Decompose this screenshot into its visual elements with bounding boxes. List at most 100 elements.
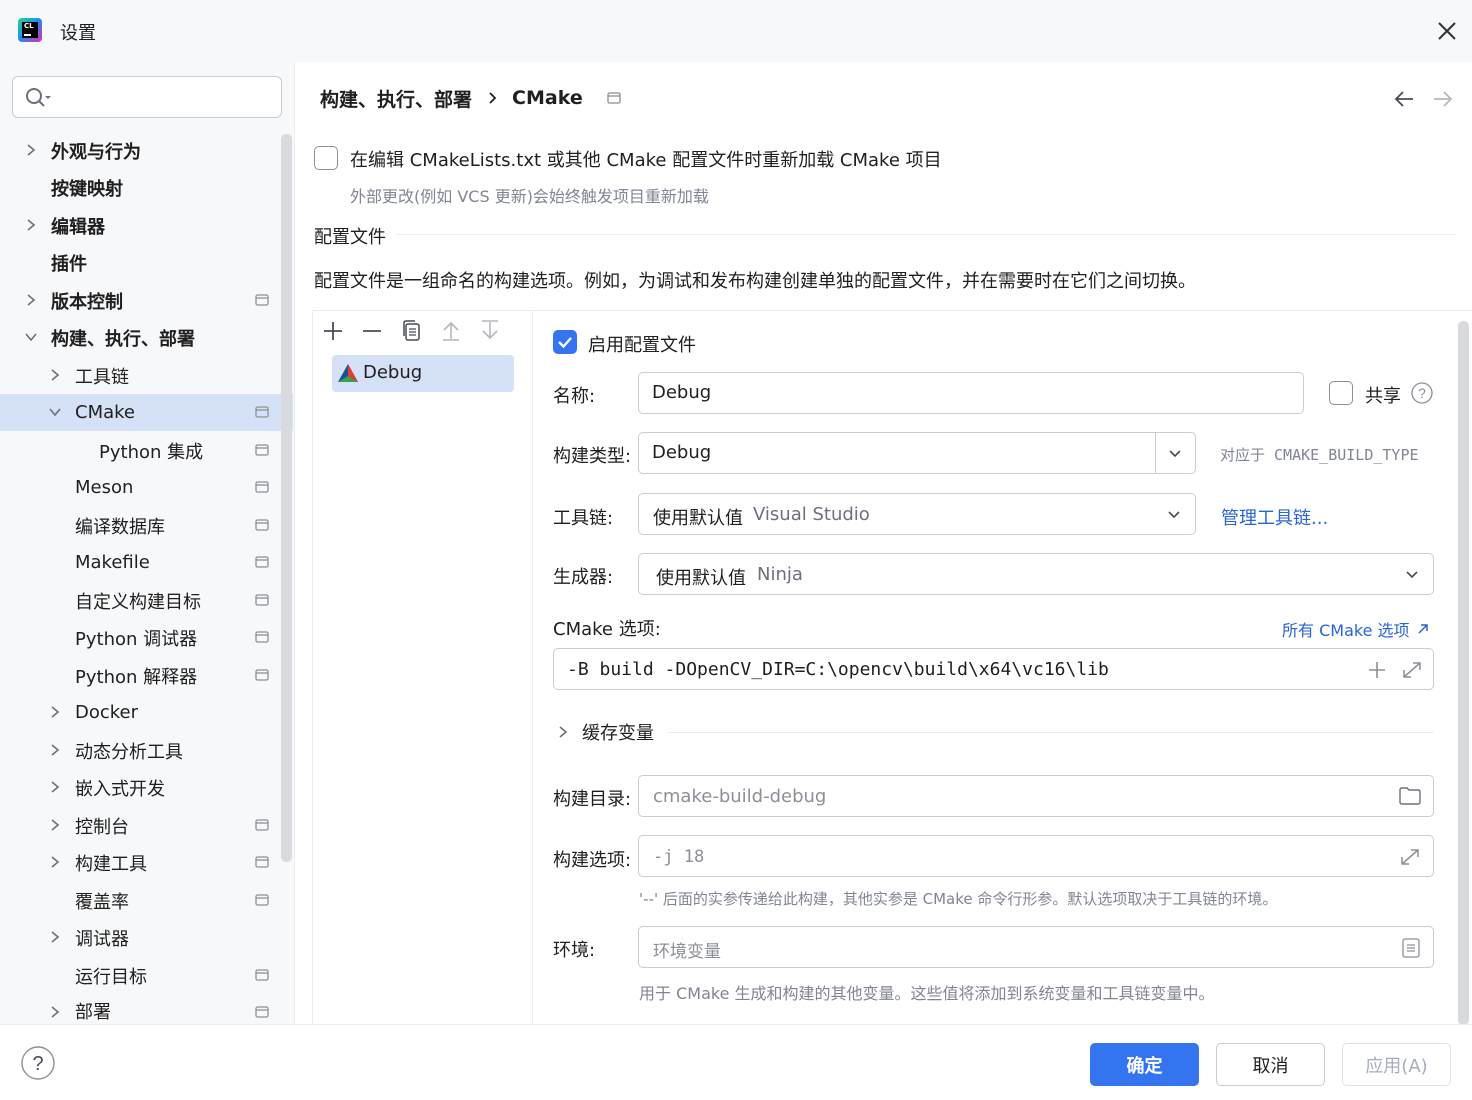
sidebar-item-label: Docker: [75, 702, 139, 723]
chevron-right-icon: [559, 726, 568, 738]
sidebar-item-label: 按键映射: [51, 178, 123, 200]
close-icon[interactable]: [1436, 20, 1458, 42]
sidebar-item-dynamic-analysis[interactable]: 动态分析工具: [0, 732, 280, 769]
sidebar-item-label: 控制台: [75, 816, 129, 838]
project-scope-icon: [255, 631, 269, 643]
sidebar-item-makefile[interactable]: Makefile: [0, 544, 280, 581]
move-down-icon[interactable]: [480, 320, 500, 342]
sidebar-item-plugins[interactable]: 插件: [0, 244, 280, 281]
sidebar-item-vcs[interactable]: 版本控制: [0, 282, 280, 319]
enable-profile-label: 启用配置文件: [588, 335, 696, 356]
all-cmake-options-label: 所有 CMake 选项: [1282, 621, 1410, 640]
name-label: 名称:: [553, 386, 596, 407]
help-icon[interactable]: ?: [21, 1046, 55, 1080]
help-icon[interactable]: ?: [1411, 382, 1433, 404]
sidebar-item-python-debugger[interactable]: Python 调试器: [0, 619, 280, 656]
remove-icon[interactable]: [362, 321, 382, 341]
project-scope-icon: [255, 594, 269, 606]
expand-icon[interactable]: [1401, 660, 1423, 680]
project-scope-icon: [607, 92, 621, 104]
generator-label: 生成器:: [553, 567, 614, 588]
sidebar-item-console[interactable]: 控制台: [0, 807, 280, 844]
add-macro-icon[interactable]: [1367, 660, 1387, 680]
project-scope-icon: [255, 519, 269, 531]
sidebar-item-cmake[interactable]: CMake: [0, 394, 293, 431]
manage-toolchains-link[interactable]: 管理工具链...: [1221, 504, 1328, 530]
all-cmake-options-link[interactable]: 所有 CMake 选项: [1282, 617, 1430, 641]
reload-on-edit-checkbox[interactable]: [314, 146, 338, 170]
build-directory-field[interactable]: cmake-build-debug: [638, 775, 1434, 817]
move-up-icon[interactable]: [441, 320, 461, 342]
sidebar-item-run-targets[interactable]: 运行目标: [0, 957, 280, 994]
profile-list-item[interactable]: Debug: [332, 355, 514, 392]
sidebar-item-label: 版本控制: [51, 291, 123, 313]
sidebar-item-python-integration[interactable]: Python 集成: [0, 432, 280, 469]
breadcrumb-parent[interactable]: 构建、执行、部署: [320, 85, 472, 112]
sidebar-item-label: 部署: [75, 1002, 111, 1023]
toolchain-detail: Visual Studio: [753, 504, 870, 525]
project-scope-icon: [255, 1006, 269, 1018]
build-options-label: 构建选项:: [553, 850, 632, 871]
profiles-panel: Debug 启用配置文件 名称: Debug 共享 ? 构建类型: Debug …: [312, 310, 1472, 1025]
project-scope-icon: [255, 669, 269, 681]
sidebar-item-keymap[interactable]: 按键映射: [0, 169, 280, 206]
sidebar-item-coverage[interactable]: 覆盖率: [0, 882, 280, 919]
sidebar-item-build-exec-deploy[interactable]: 构建、执行、部署: [0, 319, 280, 356]
section-divider: [668, 732, 1434, 733]
add-icon[interactable]: [323, 321, 343, 341]
sidebar-item-debugger[interactable]: 调试器: [0, 919, 280, 956]
combobox-divider: [1155, 433, 1156, 473]
chevron-down-icon[interactable]: [1168, 447, 1182, 461]
build-type-combobox[interactable]: Debug: [638, 432, 1196, 474]
sidebar-item-label: 工具链: [75, 366, 129, 388]
toolchain-dropdown[interactable]: 使用默认值 Visual Studio: [638, 493, 1196, 535]
sidebar-item-label: 覆盖率: [75, 891, 129, 913]
sidebar-item-label: Python 集成: [99, 441, 204, 463]
sidebar-item-custom-build-targets[interactable]: 自定义构建目标: [0, 582, 280, 619]
chevron-right-icon: [51, 856, 60, 868]
sidebar-item-deployment[interactable]: 部署: [0, 994, 280, 1024]
settings-sidebar: 外观与行为 按键映射 编辑器 插件 版本控制 构建、执行、部署 工具链 CMak…: [0, 62, 295, 1024]
back-arrow-icon[interactable]: [1393, 89, 1415, 109]
copy-icon[interactable]: [402, 320, 422, 342]
sidebar-item-toolchains[interactable]: 工具链: [0, 357, 280, 394]
sidebar-item-compilation-db[interactable]: 编译数据库: [0, 507, 280, 544]
forward-arrow-icon[interactable]: [1432, 89, 1454, 109]
environment-field[interactable]: 环境变量: [638, 926, 1434, 968]
external-link-icon: [1417, 624, 1428, 634]
cache-variables-toggle[interactable]: 缓存变量: [556, 719, 654, 745]
sidebar-item-python-interpreter[interactable]: Python 解释器: [0, 657, 280, 694]
sidebar-item-label: 外观与行为: [51, 141, 141, 163]
enable-profile-checkbox[interactable]: [553, 330, 577, 354]
name-field-value: Debug: [652, 382, 712, 403]
chevron-right-icon: [27, 219, 36, 231]
project-scope-icon: [255, 294, 269, 306]
edit-list-icon[interactable]: [1402, 938, 1420, 958]
sidebar-item-editor[interactable]: 编辑器: [0, 207, 280, 244]
generator-dropdown[interactable]: 使用默认值 Ninja: [638, 553, 1434, 595]
form-scrollbar[interactable]: [1458, 321, 1469, 1025]
sidebar-item-meson[interactable]: Meson: [0, 469, 280, 506]
breadcrumb-current: CMake: [512, 87, 583, 109]
sidebar-scrollbar[interactable]: [281, 134, 292, 862]
apply-button[interactable]: 应用(A): [1342, 1043, 1451, 1086]
share-checkbox[interactable]: [1329, 381, 1353, 405]
cmake-options-value: -B build -DOpenCV_DIR=C:\opencv\build\x6…: [567, 659, 1109, 680]
cancel-button[interactable]: 取消: [1216, 1043, 1325, 1086]
sidebar-item-label: Makefile: [75, 552, 150, 573]
app-logo-icon: CL: [18, 18, 42, 42]
sidebar-item-appearance[interactable]: 外观与行为: [0, 132, 280, 169]
profile-list-item-label: Debug: [363, 362, 423, 383]
expand-icon[interactable]: [1399, 847, 1421, 867]
search-input[interactable]: [12, 76, 282, 118]
name-field[interactable]: Debug: [638, 372, 1304, 414]
build-options-field[interactable]: -j 18: [638, 835, 1434, 877]
environment-hint: 用于 CMake 生成和构建的其他变量。这些值将添加到系统变量和工具链变量中。: [639, 984, 1215, 1003]
cmake-options-field[interactable]: -B build -DOpenCV_DIR=C:\opencv\build\x6…: [553, 648, 1434, 690]
chevron-right-icon: [27, 294, 36, 306]
sidebar-item-docker[interactable]: Docker: [0, 694, 280, 731]
sidebar-item-build-tools[interactable]: 构建工具: [0, 844, 280, 881]
ok-button[interactable]: 确定: [1090, 1043, 1199, 1086]
folder-icon[interactable]: [1399, 787, 1421, 805]
sidebar-item-embedded[interactable]: 嵌入式开发: [0, 769, 280, 806]
